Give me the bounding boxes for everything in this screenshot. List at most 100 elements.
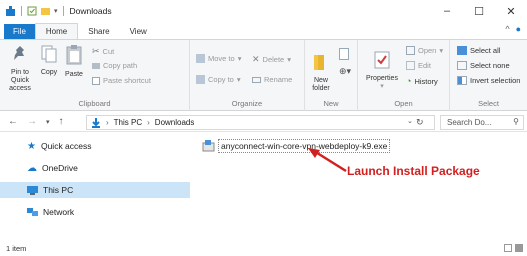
close-button[interactable]: ✕ bbox=[495, 0, 527, 22]
select-none-icon bbox=[457, 61, 467, 70]
paste-button[interactable]: Paste bbox=[61, 44, 87, 79]
window-controls: – ☐ ✕ bbox=[431, 0, 527, 22]
nav-item-this-pc[interactable]: This PC bbox=[0, 182, 190, 198]
network-icon bbox=[27, 208, 38, 216]
minimize-button[interactable]: – bbox=[431, 0, 463, 22]
nav-buttons: ← → ▾ ↑ bbox=[8, 116, 64, 127]
pin-button[interactable]: Pin to Quick access bbox=[3, 44, 37, 93]
history-button[interactable]: ◔ History bbox=[406, 76, 438, 86]
new-folder-icon[interactable] bbox=[40, 6, 51, 16]
group-label: Select bbox=[478, 99, 499, 108]
open-group: Properties ▾ Open ▾ Edit ◔ History Open bbox=[358, 40, 450, 111]
delete-button[interactable]: ✕ Delete ▾ bbox=[252, 54, 291, 65]
copy-path-icon bbox=[92, 62, 100, 69]
open-button[interactable]: Open ▾ bbox=[406, 46, 443, 55]
edit-icon bbox=[406, 61, 415, 70]
pin-icon bbox=[14, 46, 24, 60]
organize-group: Move to ▾ ✕ Delete ▾ Copy to ▾ Rename Or… bbox=[190, 40, 305, 111]
address-dropdown-icon[interactable]: ⌄ bbox=[407, 117, 413, 125]
status-bar: 1 item bbox=[0, 241, 527, 256]
tab-share[interactable]: Share bbox=[78, 24, 119, 39]
nav-item-quick-access[interactable]: ★ Quick access bbox=[0, 138, 190, 154]
divider bbox=[62, 6, 64, 16]
properties-button[interactable]: Properties ▾ bbox=[362, 50, 402, 91]
cloud-icon: ☁ bbox=[27, 162, 37, 174]
rename-icon bbox=[252, 76, 261, 83]
search-icon[interactable]: ⚲ bbox=[513, 117, 519, 126]
back-icon[interactable]: ← bbox=[8, 116, 18, 127]
copy-button[interactable]: Copy bbox=[38, 44, 60, 77]
view-toggle bbox=[504, 244, 523, 252]
open-icon bbox=[406, 46, 415, 55]
chevron-down-icon: ▾ bbox=[237, 54, 242, 63]
refresh-icon[interactable]: ↻ bbox=[416, 117, 424, 128]
file-list: anyconnect-win-core-vpn-webdeploy-k9.exe… bbox=[190, 133, 527, 241]
breadcrumb-this-pc[interactable]: This PC bbox=[114, 118, 142, 127]
divider bbox=[21, 6, 22, 16]
maximize-button[interactable]: ☐ bbox=[463, 0, 495, 22]
paste-shortcut-icon bbox=[92, 76, 100, 85]
file-item[interactable]: anyconnect-win-core-vpn-webdeploy-k9.exe bbox=[202, 138, 391, 153]
chevron-right-icon: › bbox=[147, 118, 150, 127]
breadcrumb-downloads[interactable]: Downloads bbox=[155, 118, 195, 127]
nav-item-onedrive[interactable]: ☁ OneDrive bbox=[0, 160, 190, 176]
move-to-button[interactable]: Move to ▾ bbox=[196, 54, 241, 63]
quick-access-toolbar: ▾ bbox=[5, 5, 66, 17]
navigation-pane: ★ Quick access ☁ OneDrive This PC Networ… bbox=[0, 133, 190, 241]
copy-to-button[interactable]: Copy to ▾ bbox=[196, 75, 241, 84]
chevron-down-icon: ▾ bbox=[236, 75, 241, 84]
easy-access-icon[interactable]: ⊕▾ bbox=[339, 66, 351, 77]
chevron-down-icon[interactable]: ▾ bbox=[54, 7, 58, 15]
up-icon[interactable]: ↑ bbox=[59, 116, 64, 127]
invert-selection-icon bbox=[457, 76, 467, 85]
large-icons-view-icon[interactable] bbox=[515, 244, 523, 252]
copy-icon bbox=[41, 45, 57, 63]
select-group: Select all Select none Invert selection … bbox=[450, 40, 527, 111]
edit-button[interactable]: Edit bbox=[406, 61, 431, 70]
nav-item-network[interactable]: Network bbox=[0, 204, 190, 220]
tab-home[interactable]: Home bbox=[34, 23, 79, 39]
search-input[interactable]: Search Do... ⚲ bbox=[440, 115, 524, 130]
tab-file[interactable]: File bbox=[4, 24, 35, 39]
properties-icon bbox=[374, 51, 390, 69]
history-icon: ◔ bbox=[406, 76, 412, 86]
installer-file-icon bbox=[202, 139, 215, 151]
select-none-button[interactable]: Select none bbox=[457, 61, 510, 70]
address-row: ← → ▾ ↑ › This PC › Downloads ⌄ ↻ Search… bbox=[0, 112, 527, 132]
copy-to-icon bbox=[196, 75, 205, 84]
move-to-icon bbox=[196, 54, 205, 63]
select-all-button[interactable]: Select all bbox=[457, 46, 500, 55]
clipboard-group: Pin to Quick access Copy Paste ✂ Cut Cop… bbox=[0, 40, 190, 111]
group-label: Clipboard bbox=[78, 99, 111, 108]
invert-selection-button[interactable]: Invert selection bbox=[457, 76, 520, 85]
explorer-icon bbox=[6, 5, 15, 16]
cut-button[interactable]: ✂ Cut bbox=[92, 46, 114, 57]
new-folder-button[interactable]: New folder bbox=[307, 52, 335, 93]
chevron-down-icon: ▾ bbox=[380, 83, 384, 90]
details-view-icon[interactable] bbox=[504, 244, 512, 252]
address-bar[interactable]: › This PC › Downloads bbox=[86, 115, 435, 130]
annotation-label: Launch Install Package bbox=[347, 164, 480, 178]
group-label: Organize bbox=[231, 99, 263, 108]
tab-view[interactable]: View bbox=[120, 24, 157, 39]
forward-icon[interactable]: → bbox=[27, 116, 37, 127]
new-folder-icon bbox=[314, 55, 324, 70]
chevron-down-icon: ▾ bbox=[287, 55, 291, 64]
ribbon-controls: ^ ● bbox=[505, 24, 521, 34]
rename-button[interactable]: Rename bbox=[252, 75, 292, 84]
star-icon: ★ bbox=[27, 140, 36, 152]
chevron-down-icon: ▾ bbox=[439, 46, 444, 55]
properties-icon[interactable] bbox=[27, 6, 37, 16]
recent-locations-icon[interactable]: ▾ bbox=[46, 118, 50, 126]
group-label: Open bbox=[394, 99, 413, 108]
title-bar: ▾ Downloads – ☐ ✕ bbox=[0, 0, 527, 22]
delete-icon: ✕ bbox=[252, 54, 260, 64]
download-folder-icon bbox=[92, 117, 100, 128]
collapse-ribbon-icon[interactable]: ^ bbox=[505, 24, 509, 34]
copy-path-button[interactable]: Copy path bbox=[92, 61, 137, 70]
select-all-icon bbox=[457, 46, 467, 55]
paste-shortcut-button[interactable]: Paste shortcut bbox=[92, 76, 151, 85]
help-icon[interactable]: ● bbox=[516, 24, 521, 34]
new-item-icon[interactable] bbox=[339, 48, 349, 60]
file-name: anyconnect-win-core-vpn-webdeploy-k9.exe bbox=[218, 138, 391, 153]
